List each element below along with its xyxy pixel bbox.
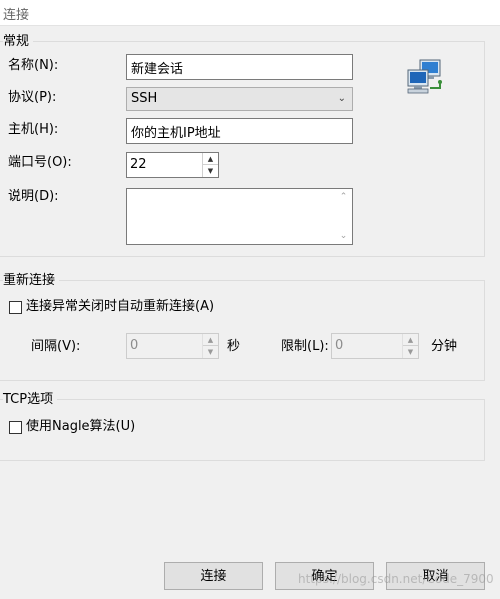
port-value: 22 — [130, 157, 147, 172]
protocol-select-value: SSH — [131, 91, 158, 106]
general-group-title: 常规 — [3, 33, 34, 50]
chevron-down-icon: ⌄ — [337, 93, 346, 104]
description-label: 说明(D): — [8, 189, 59, 204]
port-label: 端口号(O): — [8, 155, 72, 170]
nagle-label: 使用Nagle算法(U) — [26, 419, 136, 434]
auto-reconnect-label: 连接异常关闭时自动重新连接(A) — [26, 299, 215, 314]
spin-up-icon[interactable]: ▲ — [203, 334, 218, 346]
limit-label: 限制(L): — [281, 339, 329, 354]
interval-value: 0 — [130, 338, 139, 353]
spin-down-icon[interactable]: ▼ — [203, 165, 218, 177]
connect-button[interactable]: 连接 — [164, 562, 263, 590]
interval-unit: 秒 — [227, 339, 241, 354]
port-spinner[interactable]: 22 ▲ ▼ — [126, 152, 219, 178]
nagle-checkbox[interactable] — [9, 421, 22, 434]
protocol-label: 协议(P): — [8, 90, 57, 105]
limit-spinner[interactable]: 0 ▲ ▼ — [331, 333, 419, 359]
dialog-header: 连接 — [0, 0, 500, 26]
name-label: 名称(N): — [8, 58, 59, 73]
interval-spinner[interactable]: 0 ▲ ▼ — [126, 333, 219, 359]
tcp-group-title: TCP选项 — [3, 391, 58, 408]
scroll-down-icon[interactable]: ⌄ — [335, 231, 352, 241]
limit-spin-buttons: ▲ ▼ — [402, 334, 418, 358]
spin-down-icon[interactable]: ▼ — [403, 346, 418, 358]
name-input[interactable] — [126, 54, 353, 80]
network-computers-icon — [407, 59, 442, 94]
interval-spin-buttons: ▲ ▼ — [202, 334, 218, 358]
watermark-text: https://blog.csdn.net/Code_7900 — [298, 572, 494, 586]
limit-unit: 分钟 — [431, 339, 458, 354]
spin-up-icon[interactable]: ▲ — [203, 153, 218, 165]
limit-value: 0 — [335, 338, 344, 353]
description-textarea[interactable]: ⌃ ⌄ — [126, 188, 353, 245]
interval-label: 间隔(V): — [31, 339, 81, 354]
scroll-up-icon[interactable]: ⌃ — [335, 192, 352, 202]
host-input[interactable] — [126, 118, 353, 144]
spin-down-icon[interactable]: ▼ — [203, 346, 218, 358]
spin-up-icon[interactable]: ▲ — [403, 334, 418, 346]
auto-reconnect-checkbox[interactable] — [9, 301, 22, 314]
dialog-title: 连接 — [3, 8, 30, 23]
reconnect-group: 重新连接 — [0, 272, 485, 381]
reconnect-group-title: 重新连接 — [3, 272, 60, 289]
host-label: 主机(H): — [8, 122, 59, 137]
port-spin-buttons: ▲ ▼ — [202, 153, 218, 177]
protocol-select[interactable]: SSH ⌄ — [126, 87, 353, 111]
description-scrollbar[interactable]: ⌃ ⌄ — [335, 189, 352, 244]
